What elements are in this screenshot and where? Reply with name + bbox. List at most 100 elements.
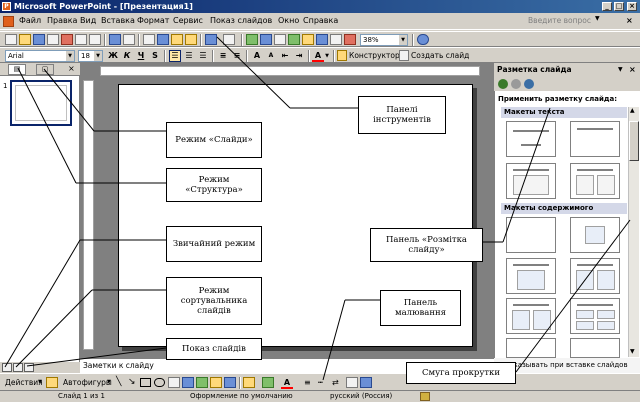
layout-title[interactable] (506, 121, 556, 157)
chevron-down-icon[interactable]: ▼ (630, 348, 635, 355)
chevron-down-icon[interactable]: ▼ (94, 51, 102, 61)
rectangle-icon[interactable] (140, 378, 151, 387)
menu-insert[interactable]: Вставка (101, 16, 135, 25)
layout-title-text[interactable] (506, 163, 556, 199)
research-icon[interactable] (123, 34, 135, 45)
close-icon[interactable]: × (68, 64, 75, 73)
oval-icon[interactable] (154, 378, 165, 387)
spelling-icon[interactable] (109, 34, 121, 45)
line-style-icon[interactable]: ≡ (304, 378, 311, 387)
bullets-button[interactable]: ≡ (231, 50, 243, 62)
layout-title-only[interactable] (570, 121, 620, 157)
save-icon[interactable] (33, 34, 45, 45)
layout-title-two-content[interactable] (570, 258, 620, 294)
task-pane-scrollbar[interactable]: ▲ ▼ (628, 107, 639, 357)
actions-button[interactable]: Действия (5, 378, 43, 387)
permission-icon[interactable] (47, 34, 59, 45)
chevron-down-icon[interactable]: ▼ (324, 50, 330, 62)
shadow-style-icon[interactable] (346, 377, 358, 388)
insert-diagram-icon[interactable] (288, 34, 300, 45)
decrease-font-button[interactable]: A (265, 50, 277, 62)
menu-tools[interactable]: Сервис (173, 16, 203, 25)
line-color-icon[interactable] (262, 377, 274, 388)
numbering-button[interactable]: ≡ (217, 50, 229, 62)
doc-icon[interactable] (3, 16, 14, 27)
shadow-button[interactable]: S (149, 50, 161, 62)
layout-more-2[interactable] (570, 338, 620, 358)
chevron-up-icon[interactable]: ▲ (630, 107, 635, 114)
layout-title-content-text[interactable] (506, 298, 556, 334)
font-size-select[interactable]: 18 ▼ (78, 50, 103, 62)
3d-style-icon[interactable] (360, 377, 372, 388)
ask-question-input[interactable]: Введите вопрос (528, 16, 591, 25)
designer-icon[interactable] (337, 50, 347, 61)
chevron-down-icon[interactable]: ▼ (595, 15, 603, 26)
home-icon[interactable] (524, 79, 534, 89)
select-objects-icon[interactable] (46, 377, 58, 388)
paste-icon[interactable] (171, 34, 183, 45)
menu-file[interactable]: Файл (19, 16, 41, 25)
fill-color-icon[interactable] (243, 377, 255, 388)
copy-icon[interactable] (157, 34, 169, 45)
menu-window[interactable]: Окно (278, 16, 299, 25)
slide-thumbnail[interactable] (10, 80, 72, 126)
spelling-status-icon[interactable] (420, 392, 430, 401)
layout-content[interactable] (570, 217, 620, 253)
print-icon[interactable] (75, 34, 87, 45)
text-box-icon[interactable] (168, 377, 180, 388)
email-icon[interactable] (61, 34, 73, 45)
cut-icon[interactable] (143, 34, 155, 45)
close-button[interactable]: × (627, 2, 637, 11)
increase-font-button[interactable]: A (251, 50, 263, 62)
decrease-indent-button[interactable]: ⇤ (279, 50, 291, 62)
insert-table-icon[interactable] (260, 34, 272, 45)
autoshapes-button[interactable]: Автофигуры (63, 378, 112, 387)
menu-format[interactable]: Формат (137, 16, 169, 25)
layout-title-content[interactable] (506, 258, 556, 294)
print-preview-icon[interactable] (89, 34, 101, 45)
insert-chart-icon[interactable] (246, 34, 258, 45)
dash-style-icon[interactable]: ┅ (318, 378, 323, 387)
chevron-down-icon[interactable]: ▼ (618, 63, 623, 77)
layout-title-four-content[interactable] (570, 298, 620, 334)
align-center-button[interactable]: ☰ (183, 50, 195, 62)
minimize-button[interactable]: _ (602, 2, 612, 11)
increase-indent-button[interactable]: ⇥ (293, 50, 305, 62)
scrollbar-thumb[interactable] (629, 121, 639, 161)
chevron-down-icon[interactable]: ▼ (399, 35, 407, 45)
slide-show-icon[interactable] (24, 363, 34, 372)
tab-outline[interactable]: ▤ (8, 64, 26, 75)
diagram-icon[interactable] (196, 377, 208, 388)
chevron-down-icon[interactable]: ▼ (66, 51, 74, 61)
new-slide-icon[interactable] (399, 50, 409, 61)
layout-more[interactable] (506, 338, 556, 358)
menu-help[interactable]: Справка (303, 16, 338, 25)
wordart-icon[interactable] (182, 377, 194, 388)
clip-art-icon[interactable] (210, 377, 222, 388)
show-formatting-icon[interactable] (330, 34, 342, 45)
align-right-button[interactable]: ☰ (197, 50, 209, 62)
menu-slide-show[interactable]: Показ слайдов (210, 16, 272, 25)
forward-icon[interactable] (511, 79, 521, 89)
zoom-select[interactable]: 38% ▼ (360, 34, 408, 46)
close-icon[interactable]: × (629, 63, 636, 77)
tab-slides[interactable]: ▢ (36, 64, 54, 75)
font-color-button[interactable]: A (312, 50, 324, 62)
chevron-down-icon[interactable]: ▼ (38, 379, 42, 385)
chevron-down-icon[interactable]: ▼ (107, 379, 111, 385)
align-left-button[interactable]: ☰ (169, 50, 181, 62)
document-close-button[interactable]: × (626, 16, 633, 25)
open-icon[interactable] (19, 34, 31, 45)
designer-button[interactable]: Конструктор (349, 51, 400, 60)
back-icon[interactable] (498, 79, 508, 89)
italic-button[interactable]: К (121, 50, 133, 62)
layout-blank[interactable] (506, 217, 556, 253)
insert-picture-icon[interactable] (302, 34, 314, 45)
font-select[interactable]: Arial ▼ (5, 50, 75, 62)
bold-button[interactable]: Ж (107, 50, 119, 62)
undo-icon[interactable] (205, 34, 217, 45)
arrow-icon[interactable]: ↘ (128, 377, 136, 387)
maximize-button[interactable]: □ (614, 2, 624, 11)
picture-icon[interactable] (224, 377, 236, 388)
layout-two-columns[interactable] (570, 163, 620, 199)
